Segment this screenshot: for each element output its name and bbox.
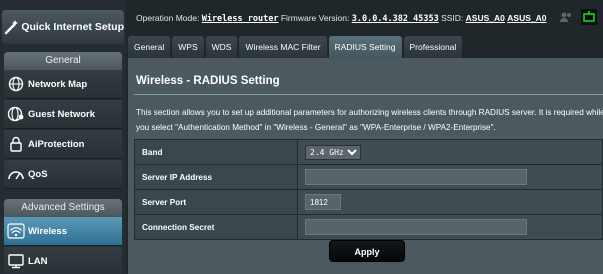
connection-secret-cell bbox=[297, 214, 603, 240]
sidebar-item-lan[interactable]: LAN bbox=[4, 247, 122, 274]
sidebar-item-label: Guest Network bbox=[28, 108, 96, 120]
connection-secret-row: Connection Secret bbox=[134, 214, 603, 240]
sidebar-item-wireless[interactable]: Wireless bbox=[4, 217, 122, 246]
status-bar: Operation Mode: Wireless router Firmware… bbox=[126, 0, 603, 36]
sidebar-item-label: Network Map bbox=[28, 78, 88, 90]
page-title: Wireless - RADIUS Setting bbox=[136, 75, 280, 87]
settings-table: Band 2.4 GHz Server IP Address Server Po… bbox=[134, 139, 603, 240]
connection-secret-label: Connection Secret bbox=[134, 214, 298, 240]
ssid-link-1[interactable]: ASUS_A0 bbox=[466, 13, 505, 23]
band-cell: 2.4 GHz bbox=[297, 139, 603, 165]
server-port-row: Server Port bbox=[134, 189, 603, 215]
ssid-label: SSID: bbox=[441, 13, 464, 23]
globe-icon bbox=[4, 76, 28, 92]
sidebar-item-network-map[interactable]: Network Map bbox=[4, 70, 122, 99]
server-port-input[interactable] bbox=[305, 194, 341, 210]
wand-icon bbox=[2, 18, 21, 36]
server-port-label: Server Port bbox=[134, 189, 298, 215]
sidebar: Quick Internet Setup General Network Map… bbox=[0, 0, 126, 274]
tab-general[interactable]: General bbox=[128, 36, 171, 58]
users-icon[interactable] bbox=[559, 11, 573, 25]
router-status-icon[interactable] bbox=[581, 9, 597, 27]
status-icons bbox=[559, 9, 597, 27]
globe-users-icon bbox=[4, 106, 28, 122]
firmware-version-label: Firmware Version: bbox=[280, 13, 350, 23]
router-admin-page: Quick Internet Setup General Network Map… bbox=[0, 0, 603, 274]
advanced-settings-section-header: Advanced Settings bbox=[4, 199, 122, 217]
firmware-version-link[interactable]: 3.0.0.4.382_45353 bbox=[352, 14, 439, 24]
monitor-icon bbox=[4, 253, 28, 269]
band-select[interactable]: 2.4 GHz bbox=[305, 144, 361, 160]
sidebar-item-guest-network[interactable]: Guest Network bbox=[4, 100, 122, 129]
tab-professional[interactable]: Professional bbox=[403, 36, 463, 58]
sidebar-item-label: AiProtection bbox=[28, 138, 85, 150]
sidebar-item-qos[interactable]: QoS bbox=[4, 160, 122, 189]
page-description: This section allows you to set up additi… bbox=[136, 108, 603, 132]
wifi-icon bbox=[4, 223, 28, 239]
status-line: Operation Mode: Wireless router Firmware… bbox=[136, 13, 546, 24]
server-ip-label: Server IP Address bbox=[134, 164, 298, 190]
general-section-header: General bbox=[4, 52, 122, 70]
server-ip-cell bbox=[297, 164, 603, 190]
sidebar-item-label: Wireless bbox=[28, 225, 67, 237]
server-port-cell bbox=[297, 189, 603, 215]
sidebar-item-label: QoS bbox=[28, 168, 48, 180]
title-divider bbox=[134, 94, 603, 95]
operation-mode-label: Operation Mode: bbox=[136, 13, 200, 23]
operation-mode-link[interactable]: Wireless router bbox=[202, 14, 279, 24]
sidebar-item-label: LAN bbox=[28, 255, 48, 267]
sidebar-item-aiprotection[interactable]: AiProtection bbox=[4, 130, 122, 159]
tab-bar: General WPS WDS Wireless MAC Filter RADI… bbox=[128, 36, 463, 58]
ssid-link-2[interactable]: ASUS_A0 bbox=[507, 13, 546, 23]
quick-internet-setup-button[interactable]: Quick Internet Setup bbox=[2, 10, 124, 44]
tab-radius-setting[interactable]: RADIUS Setting bbox=[328, 36, 402, 58]
tab-wps[interactable]: WPS bbox=[172, 36, 204, 58]
lock-icon bbox=[4, 136, 28, 152]
connection-secret-input[interactable] bbox=[305, 219, 527, 235]
tab-wds[interactable]: WDS bbox=[205, 36, 238, 58]
server-ip-row: Server IP Address bbox=[134, 164, 603, 190]
server-ip-input[interactable] bbox=[305, 169, 527, 185]
gauge-icon bbox=[4, 167, 28, 181]
band-row: Band 2.4 GHz bbox=[134, 139, 603, 165]
band-label: Band bbox=[134, 139, 298, 165]
quick-internet-setup-label: Quick Internet Setup bbox=[21, 21, 124, 33]
apply-button[interactable]: Apply bbox=[329, 240, 405, 262]
radius-settings-panel: Wireless - RADIUS Setting This section a… bbox=[128, 58, 603, 274]
tab-wireless-mac-filter[interactable]: Wireless MAC Filter bbox=[239, 36, 327, 58]
